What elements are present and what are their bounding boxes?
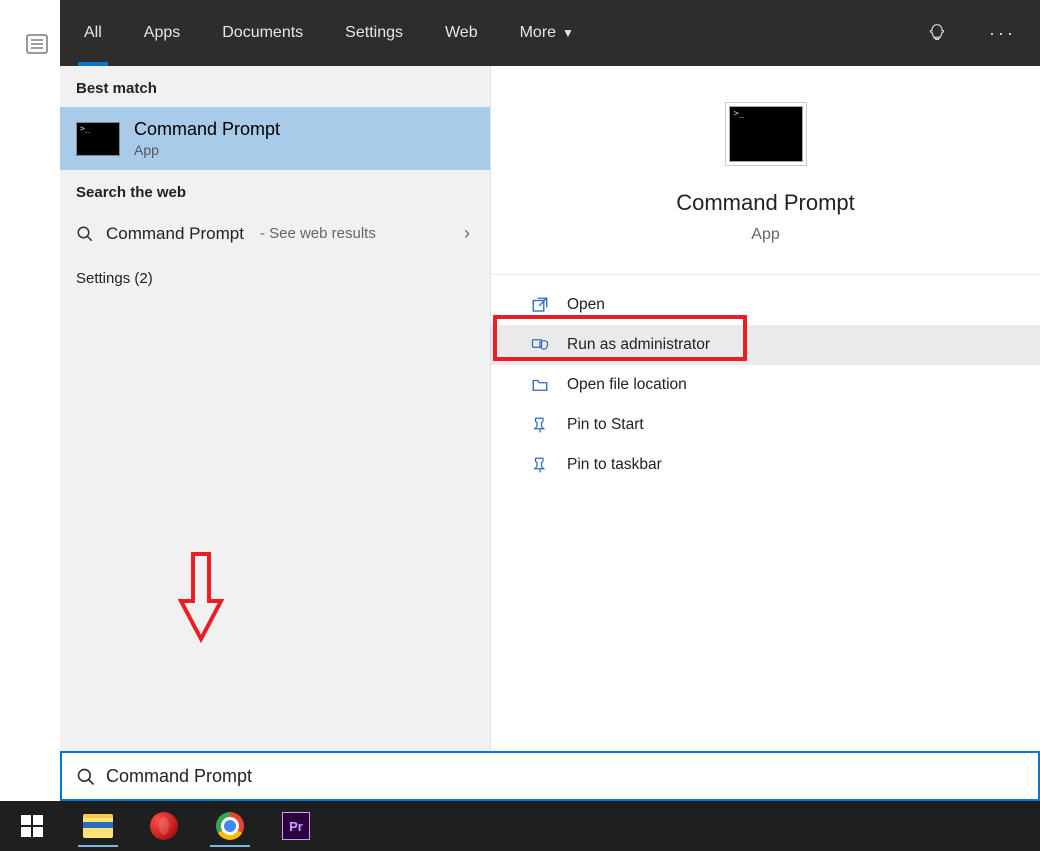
start-button[interactable] bbox=[8, 805, 56, 847]
action-pin-to-taskbar[interactable]: Pin to taskbar bbox=[491, 445, 1040, 485]
search-results-column: Best match Command Prompt App Search the… bbox=[60, 66, 490, 751]
section-search-web: Search the web bbox=[60, 170, 490, 211]
taskbar-opera[interactable] bbox=[140, 805, 188, 847]
web-result-suffix: - See web results bbox=[260, 225, 376, 242]
pin-icon bbox=[531, 416, 549, 434]
section-settings-count[interactable]: Settings (2) bbox=[60, 256, 490, 301]
search-icon bbox=[76, 225, 94, 243]
filter-tab-label: More bbox=[520, 24, 556, 42]
filter-tab-more[interactable]: More ▼ bbox=[514, 0, 580, 66]
filter-tab-label: Web bbox=[445, 24, 478, 42]
filter-tab-apps[interactable]: Apps bbox=[138, 0, 186, 66]
search-icon bbox=[76, 767, 94, 785]
folder-icon bbox=[531, 376, 549, 394]
pin-icon bbox=[531, 456, 549, 474]
more-options-icon[interactable]: ··· bbox=[983, 23, 1022, 44]
filter-tab-label: Documents bbox=[222, 24, 303, 42]
preview-header: Command Prompt App bbox=[491, 66, 1040, 275]
action-open[interactable]: Open bbox=[491, 285, 1040, 325]
filter-tab-all[interactable]: All bbox=[78, 0, 108, 66]
filter-tab-settings[interactable]: Settings bbox=[339, 0, 409, 66]
taskbar-premiere[interactable]: Pr bbox=[272, 805, 320, 847]
preview-title: Command Prompt bbox=[676, 190, 855, 216]
windows-logo-icon bbox=[21, 815, 43, 837]
file-explorer-icon bbox=[83, 814, 113, 838]
action-pin-to-start[interactable]: Pin to Start bbox=[491, 405, 1040, 445]
filter-tab-documents[interactable]: Documents bbox=[216, 0, 309, 66]
section-best-match: Best match bbox=[60, 66, 490, 107]
filter-tab-label: Settings bbox=[345, 24, 403, 42]
cmd-thumbnail-icon bbox=[729, 106, 803, 162]
premiere-icon: Pr bbox=[282, 812, 310, 840]
action-open-file-location[interactable]: Open file location bbox=[491, 365, 1040, 405]
search-panel-body: Best match Command Prompt App Search the… bbox=[60, 66, 1040, 751]
action-label: Run as administrator bbox=[567, 336, 710, 354]
action-label: Pin to taskbar bbox=[567, 456, 662, 474]
action-run-as-admin[interactable]: Run as administrator bbox=[491, 325, 1040, 365]
best-match-title: Command Prompt bbox=[134, 119, 280, 140]
shield-icon bbox=[531, 336, 549, 354]
chrome-icon bbox=[216, 812, 244, 840]
list-icon bbox=[25, 32, 49, 56]
best-match-result[interactable]: Command Prompt App bbox=[60, 107, 490, 170]
preview-actions: Open Run as administrator Open file loca… bbox=[491, 275, 1040, 495]
feedback-icon[interactable] bbox=[921, 17, 953, 49]
cmd-thumbnail-icon bbox=[76, 122, 120, 156]
search-filter-bar: All Apps Documents Settings Web More ▼ ··… bbox=[60, 0, 1040, 66]
search-preview-column: Command Prompt App Open Run as administr… bbox=[490, 66, 1040, 751]
filter-tab-web[interactable]: Web bbox=[439, 0, 484, 66]
web-result-query: Command Prompt bbox=[106, 224, 244, 244]
taskbar: Pr bbox=[0, 801, 1040, 851]
action-label: Pin to Start bbox=[567, 416, 644, 434]
search-input-container[interactable] bbox=[60, 751, 1040, 801]
open-icon bbox=[531, 296, 549, 314]
annotation-arrow bbox=[178, 551, 224, 643]
taskbar-file-explorer[interactable] bbox=[74, 805, 122, 847]
chevron-right-icon: › bbox=[464, 223, 474, 244]
filter-tab-label: Apps bbox=[144, 24, 180, 42]
search-input[interactable] bbox=[94, 766, 1024, 787]
search-panel: All Apps Documents Settings Web More ▼ ··… bbox=[60, 0, 1040, 801]
filter-tab-label: All bbox=[84, 24, 102, 42]
preview-subtitle: App bbox=[751, 226, 779, 244]
chevron-down-icon: ▼ bbox=[562, 26, 574, 40]
web-search-result[interactable]: Command Prompt - See web results › bbox=[60, 211, 490, 256]
action-label: Open file location bbox=[567, 376, 687, 394]
taskbar-chrome[interactable] bbox=[206, 805, 254, 847]
action-label: Open bbox=[567, 296, 605, 314]
opera-icon bbox=[150, 812, 178, 840]
best-match-subtitle: App bbox=[134, 142, 280, 158]
